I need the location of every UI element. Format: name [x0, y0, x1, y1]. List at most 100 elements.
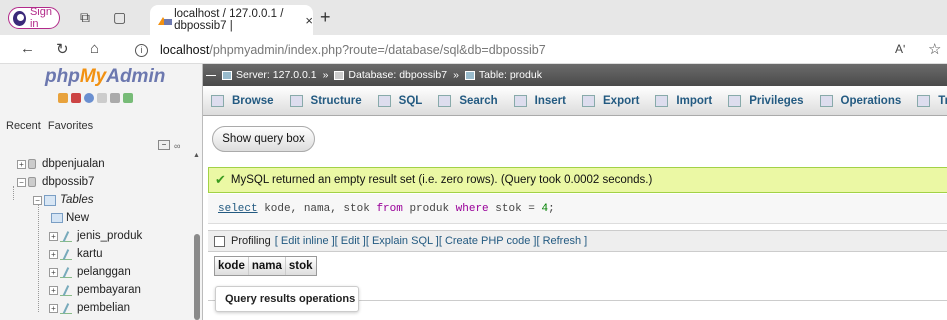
new-tab-button[interactable]: + — [320, 7, 331, 28]
tree-item-tables[interactable]: − Tables — [33, 192, 93, 208]
sql-columns: kode, nama, stok — [257, 202, 377, 215]
sign-in-label: Sign in — [29, 6, 52, 30]
tree-item-kartu[interactable]: + kartu — [49, 246, 103, 262]
refresh-icon[interactable]: ↻ — [56, 40, 69, 58]
collections-icon[interactable]: ⧉ — [80, 9, 90, 26]
column-header-nama[interactable]: nama — [249, 257, 286, 275]
sql-select-keyword[interactable]: select — [218, 203, 258, 215]
browser-tab[interactable]: localhost / 127.0.0.1 / dbpossib7 | × — [150, 5, 313, 35]
column-header-kode[interactable]: kode — [215, 257, 249, 275]
help-icon[interactable] — [84, 93, 94, 103]
recent-tab[interactable]: Recent — [6, 120, 41, 132]
sql-end: ; — [548, 202, 555, 215]
edit-inline-link[interactable]: [ Edit inline ] — [275, 235, 335, 247]
privileges-icon — [728, 94, 742, 107]
docs-icon[interactable] — [97, 93, 107, 103]
home-icon[interactable]: ⌂ — [90, 40, 99, 57]
table-tabs-menu: Browse Structure SQL Search Insert Expor… — [203, 86, 947, 116]
tree-item-pelanggan[interactable]: + pelanggan — [49, 264, 131, 280]
tab-structure[interactable]: Structure — [289, 94, 362, 107]
main-content: Server: 127.0.0.1 » Database: dbpossib7 … — [203, 64, 947, 320]
tree-item-pembayaran[interactable]: + pembayaran — [49, 282, 141, 298]
url-field[interactable]: i localhost /phpmyadmin/index.php?route=… — [135, 39, 925, 61]
info-icon[interactable]: i — [135, 43, 148, 57]
tree-item-jenis-produk[interactable]: + jenis_produk — [49, 228, 142, 244]
edit-link[interactable]: [ Edit ] — [335, 235, 366, 247]
triggers-icon — [917, 94, 931, 107]
tab-import[interactable]: Import — [655, 94, 713, 107]
tree-label: pelanggan — [77, 266, 131, 278]
url-path: /phpmyadmin/index.php?route=/database/sq… — [209, 43, 546, 57]
query-results-operations-legend: Query results operations — [215, 286, 359, 312]
sql-from-keyword: from — [376, 202, 403, 215]
tab-actions-icon[interactable]: ▢ — [113, 9, 126, 26]
column-header-stok[interactable]: stok — [286, 257, 316, 275]
table-icon — [60, 231, 72, 242]
server-icon — [222, 70, 232, 80]
tab-label: SQL — [398, 94, 423, 107]
tree-label: dbpenjualan — [42, 158, 105, 170]
favorite-star-icon[interactable]: ☆ — [928, 40, 941, 58]
operations-icon — [819, 94, 833, 107]
query-options-bar: Profiling [ Edit inline ] [ Edit ] [ Exp… — [208, 230, 947, 252]
close-tab-icon[interactable]: × — [305, 13, 313, 28]
breadcrumb-table[interactable]: Table: produk — [479, 69, 542, 81]
profiling-checkbox[interactable] — [214, 235, 225, 247]
browse-icon — [211, 94, 224, 107]
tab-triggers[interactable]: Trig — [917, 94, 947, 107]
tab-label: Trig — [938, 94, 947, 107]
collapse-all-icon[interactable]: − — [158, 140, 170, 150]
sql-where-keyword: where — [455, 202, 489, 215]
logout-icon[interactable] — [71, 93, 81, 103]
read-aloud-icon[interactable]: Aʹ — [895, 42, 905, 56]
tab-label: Import — [676, 94, 713, 107]
create-php-code-link[interactable]: [ Create PHP code ] — [439, 235, 537, 247]
back-icon[interactable]: ← — [20, 40, 35, 57]
explain-sql-link[interactable]: [ Explain SQL ] — [366, 235, 439, 247]
tree-item-dbpenjualan[interactable]: + dbpenjualan — [17, 156, 105, 172]
logo-php: php — [45, 66, 80, 87]
tab-title: localhost / 127.0.0.1 / dbpossib7 | — [174, 8, 284, 32]
breadcrumb-database[interactable]: Database: dbpossib7 — [348, 69, 447, 81]
tables-folder-icon — [44, 194, 56, 206]
tab-browse[interactable]: Browse — [211, 94, 274, 107]
tree-item-pembelian[interactable]: + pembelian — [49, 300, 130, 316]
scrollbar-thumb[interactable] — [194, 234, 200, 320]
link-with-main-icon[interactable]: ∞ — [174, 141, 180, 151]
tab-sql[interactable]: SQL — [377, 94, 423, 107]
success-message: ✔ MySQL returned an empty result set (i.… — [208, 167, 947, 193]
logo-my: My — [79, 66, 107, 87]
tab-export[interactable]: Export — [582, 94, 639, 107]
tab-operations[interactable]: Operations — [819, 94, 901, 107]
tree-item-new[interactable]: New — [51, 210, 89, 226]
refresh-link[interactable]: [ Refresh ] — [536, 235, 587, 247]
show-query-box-button[interactable]: Show query box — [212, 126, 315, 152]
recent-favorites-tabs: Recent Favorites — [6, 120, 97, 132]
sidebar-scrollbar[interactable]: ▲ — [193, 152, 201, 320]
sql-condition: stok = — [488, 202, 542, 215]
success-text: MySQL returned an empty result set (i.e.… — [230, 174, 653, 186]
reload-icon[interactable] — [123, 93, 133, 103]
sql-icon — [377, 94, 391, 107]
favorites-tab[interactable]: Favorites — [48, 120, 93, 132]
scroll-up-icon[interactable]: ▲ — [193, 152, 200, 159]
phpmyadmin-logo[interactable]: phpMyAdmin — [45, 66, 165, 88]
table-icon — [60, 285, 72, 296]
tree-item-dbpossib7[interactable]: − dbpossib7 — [17, 174, 94, 190]
collapse-nav-icon[interactable] — [206, 75, 216, 85]
tab-search[interactable]: Search — [438, 94, 498, 107]
tree-label: dbpossib7 — [42, 176, 95, 188]
table-icon — [60, 249, 72, 260]
tab-privileges[interactable]: Privileges — [728, 94, 804, 107]
logo-admin: Admin — [106, 66, 166, 87]
sign-in-button[interactable]: Sign in — [8, 6, 60, 30]
insert-icon — [513, 94, 527, 107]
sql-query-display[interactable]: select kode, nama, stok from produk wher… — [208, 194, 947, 224]
breadcrumb-server[interactable]: Server: 127.0.0.1 — [236, 69, 317, 81]
home-icon[interactable] — [58, 93, 68, 103]
tree-label: kartu — [77, 248, 103, 260]
tab-insert[interactable]: Insert — [513, 94, 566, 107]
tab-label: Browse — [232, 94, 274, 107]
url-host: localhost — [160, 43, 210, 57]
settings-icon[interactable] — [110, 93, 120, 103]
